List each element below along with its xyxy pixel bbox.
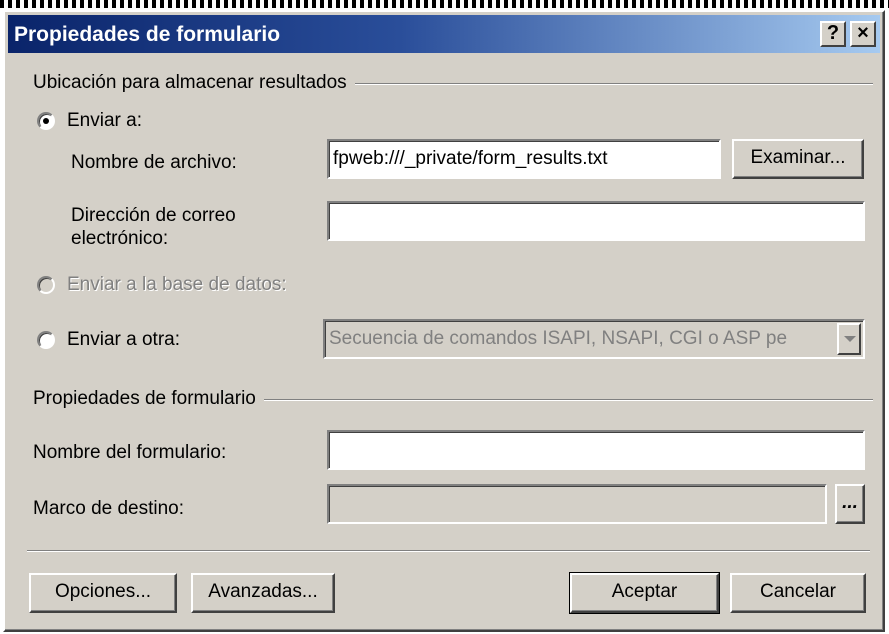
target-frame-input bbox=[327, 484, 827, 524]
email-input[interactable] bbox=[327, 201, 865, 241]
form-group-label: Propiedades de formulario bbox=[33, 388, 264, 410]
form-properties-dialog: Propiedades de formulario ? × Ubicación … bbox=[3, 10, 885, 632]
file-name-input[interactable]: fpweb:///_private/form_results.txt bbox=[327, 139, 721, 179]
send-database-radio bbox=[37, 276, 55, 294]
cancel-button[interactable]: Cancelar bbox=[730, 573, 866, 613]
ok-button[interactable]: Aceptar bbox=[569, 572, 720, 614]
send-other-radio[interactable] bbox=[37, 331, 55, 349]
advanced-button[interactable]: Avanzadas... bbox=[191, 573, 335, 613]
close-button[interactable]: × bbox=[850, 21, 876, 47]
results-group-label: Ubicación para almacenar resultados bbox=[33, 72, 355, 94]
target-frame-label: Marco de destino: bbox=[33, 498, 185, 519]
screen-top-edge bbox=[0, 0, 889, 8]
other-handler-value: Secuencia de comandos ISAPI, NSAPI, CGI … bbox=[329, 328, 788, 349]
chevron-down-icon bbox=[837, 323, 861, 355]
send-to-label: Enviar a: bbox=[67, 110, 142, 131]
send-database-label: Enviar a la base de datos: bbox=[67, 274, 287, 295]
target-frame-edit-button[interactable]: ... bbox=[835, 484, 865, 524]
send-to-radio[interactable] bbox=[37, 112, 55, 130]
browse-button[interactable]: Examinar... bbox=[732, 139, 864, 179]
other-handler-select: Secuencia de comandos ISAPI, NSAPI, CGI … bbox=[323, 319, 865, 359]
options-button[interactable]: Opciones... bbox=[29, 573, 177, 613]
email-label-line1: Dirección de correo bbox=[71, 205, 236, 226]
window-title: Propiedades de formulario bbox=[14, 23, 281, 46]
form-name-input[interactable] bbox=[327, 430, 865, 470]
send-other-label: Enviar a otra: bbox=[67, 329, 180, 350]
footer-separator bbox=[27, 550, 870, 552]
file-name-label: Nombre de archivo: bbox=[71, 152, 237, 173]
help-button[interactable]: ? bbox=[820, 21, 846, 47]
form-name-label: Nombre del formulario: bbox=[33, 442, 227, 463]
email-label-line2: electrónico: bbox=[71, 228, 169, 249]
title-bar[interactable]: Propiedades de formulario ? × bbox=[8, 15, 880, 53]
